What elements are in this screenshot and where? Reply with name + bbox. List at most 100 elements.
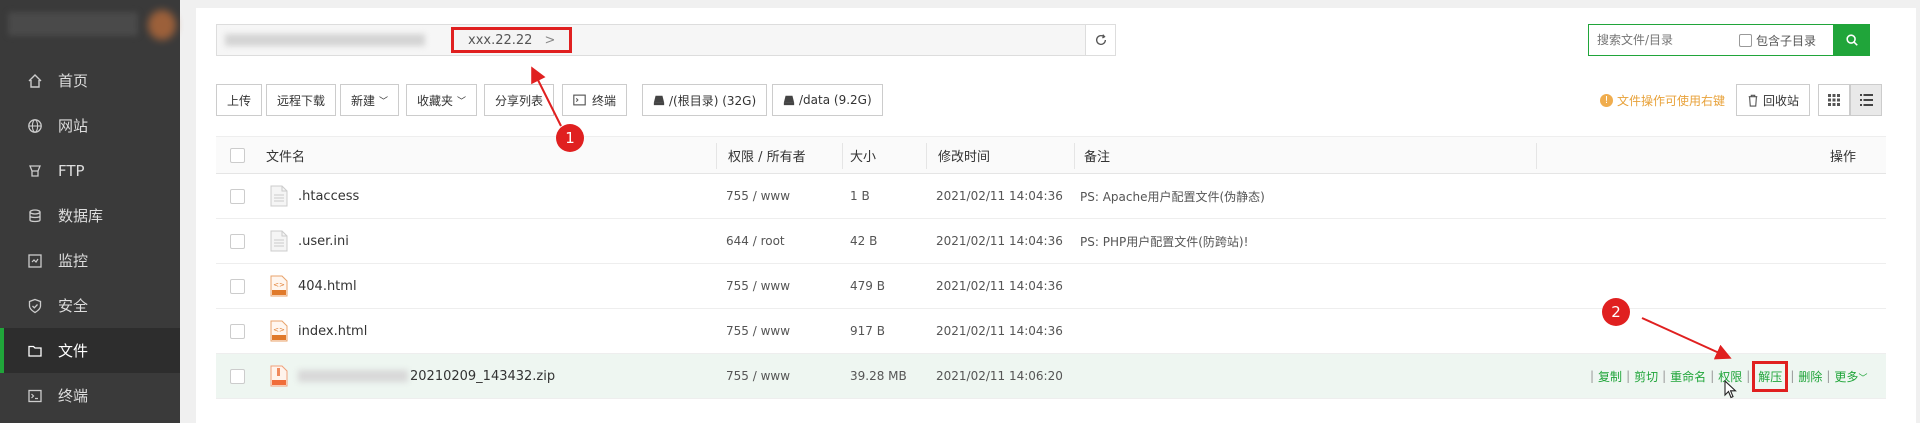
file-name[interactable]: 404.html [298,264,357,308]
file-mtime: 2021/02/11 14:04:36 [936,279,1063,293]
sidebar-item-label: FTP [58,161,85,180]
sidebar-item-label: 终端 [58,387,89,405]
search-input[interactable] [1589,26,1739,54]
cut-link[interactable]: 剪切 [1634,368,1658,385]
list-view-button[interactable] [1850,84,1882,116]
sidebar-item-database[interactable]: 数据库 [0,193,180,238]
unzip-link[interactable]: 解压 [1752,360,1789,392]
new-dropdown-button[interactable]: 新建 ﹀ [340,84,400,116]
col-mtime-header[interactable]: 修改时间 [938,137,990,173]
col-name-header[interactable]: 文件名 [266,137,305,173]
sidebar-item-website[interactable]: 网站 [0,103,180,148]
copy-link[interactable]: 复制 [1598,368,1622,385]
html-file-icon: <> [270,275,288,297]
file-note[interactable]: PS: Apache用户配置文件(伪静态) [1080,174,1265,218]
file-name[interactable]: 20210209_143432.zip [298,354,555,398]
trash-icon [1748,94,1758,107]
globe-icon [26,117,44,135]
file-perm[interactable]: 755 / www [726,309,790,353]
database-icon [26,207,44,225]
terminal-button[interactable]: 终端 [562,84,628,116]
recycle-label: 回收站 [1763,93,1800,108]
list-icon [1859,94,1873,106]
include-subdir-toggle[interactable]: 包含子目录 [1739,32,1816,49]
file-manager-panel: xxx.22.22 > 包含子目录 上传 远程下载 新建﹀ 收藏夹﹀ 分享列表 … [196,8,1916,423]
sidebar-item-monitor[interactable]: 监控 [0,238,180,283]
sidebar-item-ftp[interactable]: FTP [0,148,180,193]
sidebar-item-security[interactable]: 安全 [0,283,180,328]
sidebar-item-label: 数据库 [58,207,104,225]
disk-data-button[interactable]: /data (9.2G) [772,84,883,116]
remote-download-button[interactable]: 远程下载 [266,84,337,116]
monitor-icon [26,252,44,270]
file-note[interactable]: PS: PHP用户配置文件(防跨站)! [1080,219,1248,263]
row-checkbox[interactable] [230,188,245,204]
breadcrumb-label: xxx.22.22 [468,32,533,48]
path-bar[interactable]: xxx.22.22 > [216,24,1116,56]
sidebar-item-files[interactable]: 文件 [0,328,180,373]
chevron-down-icon: ﹀ [1858,373,1868,384]
share-list-label: 分享列表 [495,93,544,108]
sidebar-item-label: 网站 [58,117,89,135]
sidebar-item-terminal[interactable]: 终端 [0,373,180,418]
select-all-checkbox[interactable] [230,147,245,163]
disk-icon [783,95,795,106]
sidebar-item-label: 首页 [58,72,89,90]
file-name-prefix-redacted [298,370,408,382]
more-label: 更多 [1834,369,1859,384]
row-checkbox[interactable] [230,233,245,249]
file-perm[interactable]: 644 / root [726,219,785,263]
table-row[interactable]: .user.ini 644 / root 42 B 2021/02/11 14:… [216,219,1886,264]
col-ops-header: 操作 [1830,149,1857,165]
file-perm[interactable]: 755 / www [726,174,790,218]
delete-link[interactable]: 删除 [1798,368,1822,385]
disk-data-label: /data (9.2G) [799,93,872,107]
more-dropdown[interactable]: 更多﹀ [1834,368,1867,385]
col-size-header[interactable]: 大小 [850,137,876,173]
table-header: 文件名 权限 / 所有者 大小 修改时间 备注 操作 [216,136,1886,174]
file-name-text: 20210209_143432.zip [410,368,556,384]
include-subdir-checkbox[interactable] [1739,33,1752,47]
svg-text:<>: <> [273,326,285,334]
table-row-selected[interactable]: 20210209_143432.zip 755 / www 39.28 MB 2… [216,354,1886,399]
row-checkbox[interactable] [230,368,245,384]
rename-link[interactable]: 重命名 [1670,368,1706,385]
ftp-icon [26,162,44,180]
file-name[interactable]: index.html [298,309,367,353]
disk-root-button[interactable]: /(根目录) (32G) [642,84,768,116]
row-checkbox[interactable] [230,278,245,294]
file-mtime: 2021/02/11 14:04:36 [936,324,1063,338]
file-mtime: 2021/02/11 14:04:36 [936,234,1063,248]
table-row[interactable]: .htaccess 755 / www 1 B 2021/02/11 14:04… [216,174,1886,219]
file-size: 917 B [850,324,885,338]
remote-download-label: 远程下载 [277,93,326,108]
breadcrumb-current[interactable]: xxx.22.22 > [451,27,573,53]
recycle-bin-button[interactable]: 回收站 [1736,84,1811,116]
zip-file-icon [270,365,288,387]
file-name[interactable]: .user.ini [298,219,349,263]
share-list-button[interactable]: 分享列表 [484,84,555,116]
favorites-dropdown-button[interactable]: 收藏夹 ﹀ [406,84,478,116]
table-row[interactable]: <> index.html 755 / www 917 B 2021/02/11… [216,309,1886,354]
file-perm[interactable]: 755 / www [726,264,790,308]
file-size: 1 B [850,189,870,203]
table-row[interactable]: <> 404.html 755 / www 479 B 2021/02/11 1… [216,264,1886,309]
search-button[interactable] [1834,24,1870,56]
file-table: 文件名 权限 / 所有者 大小 修改时间 备注 操作 .htaccess 755… [216,136,1886,399]
file-size: 39.28 MB [850,369,907,383]
col-perm-header[interactable]: 权限 / 所有者 [728,137,806,173]
sidebar-item-label: 监控 [58,252,89,270]
sidebar-item-home[interactable]: 首页 [0,58,180,103]
file-size: 479 B [850,279,885,293]
terminal-icon [26,387,44,405]
grid-view-button[interactable] [1818,84,1850,116]
include-subdir-label: 包含子目录 [1756,33,1817,48]
refresh-button[interactable] [1085,25,1115,55]
file-name[interactable]: .htaccess [298,174,359,218]
upload-button[interactable]: 上传 [216,84,263,116]
favorites-label: 收藏夹 [417,93,454,108]
chevron-right-icon: > [544,32,556,48]
row-checkbox[interactable] [230,323,245,339]
file-perm[interactable]: 755 / www [726,354,790,398]
logo [0,0,180,58]
